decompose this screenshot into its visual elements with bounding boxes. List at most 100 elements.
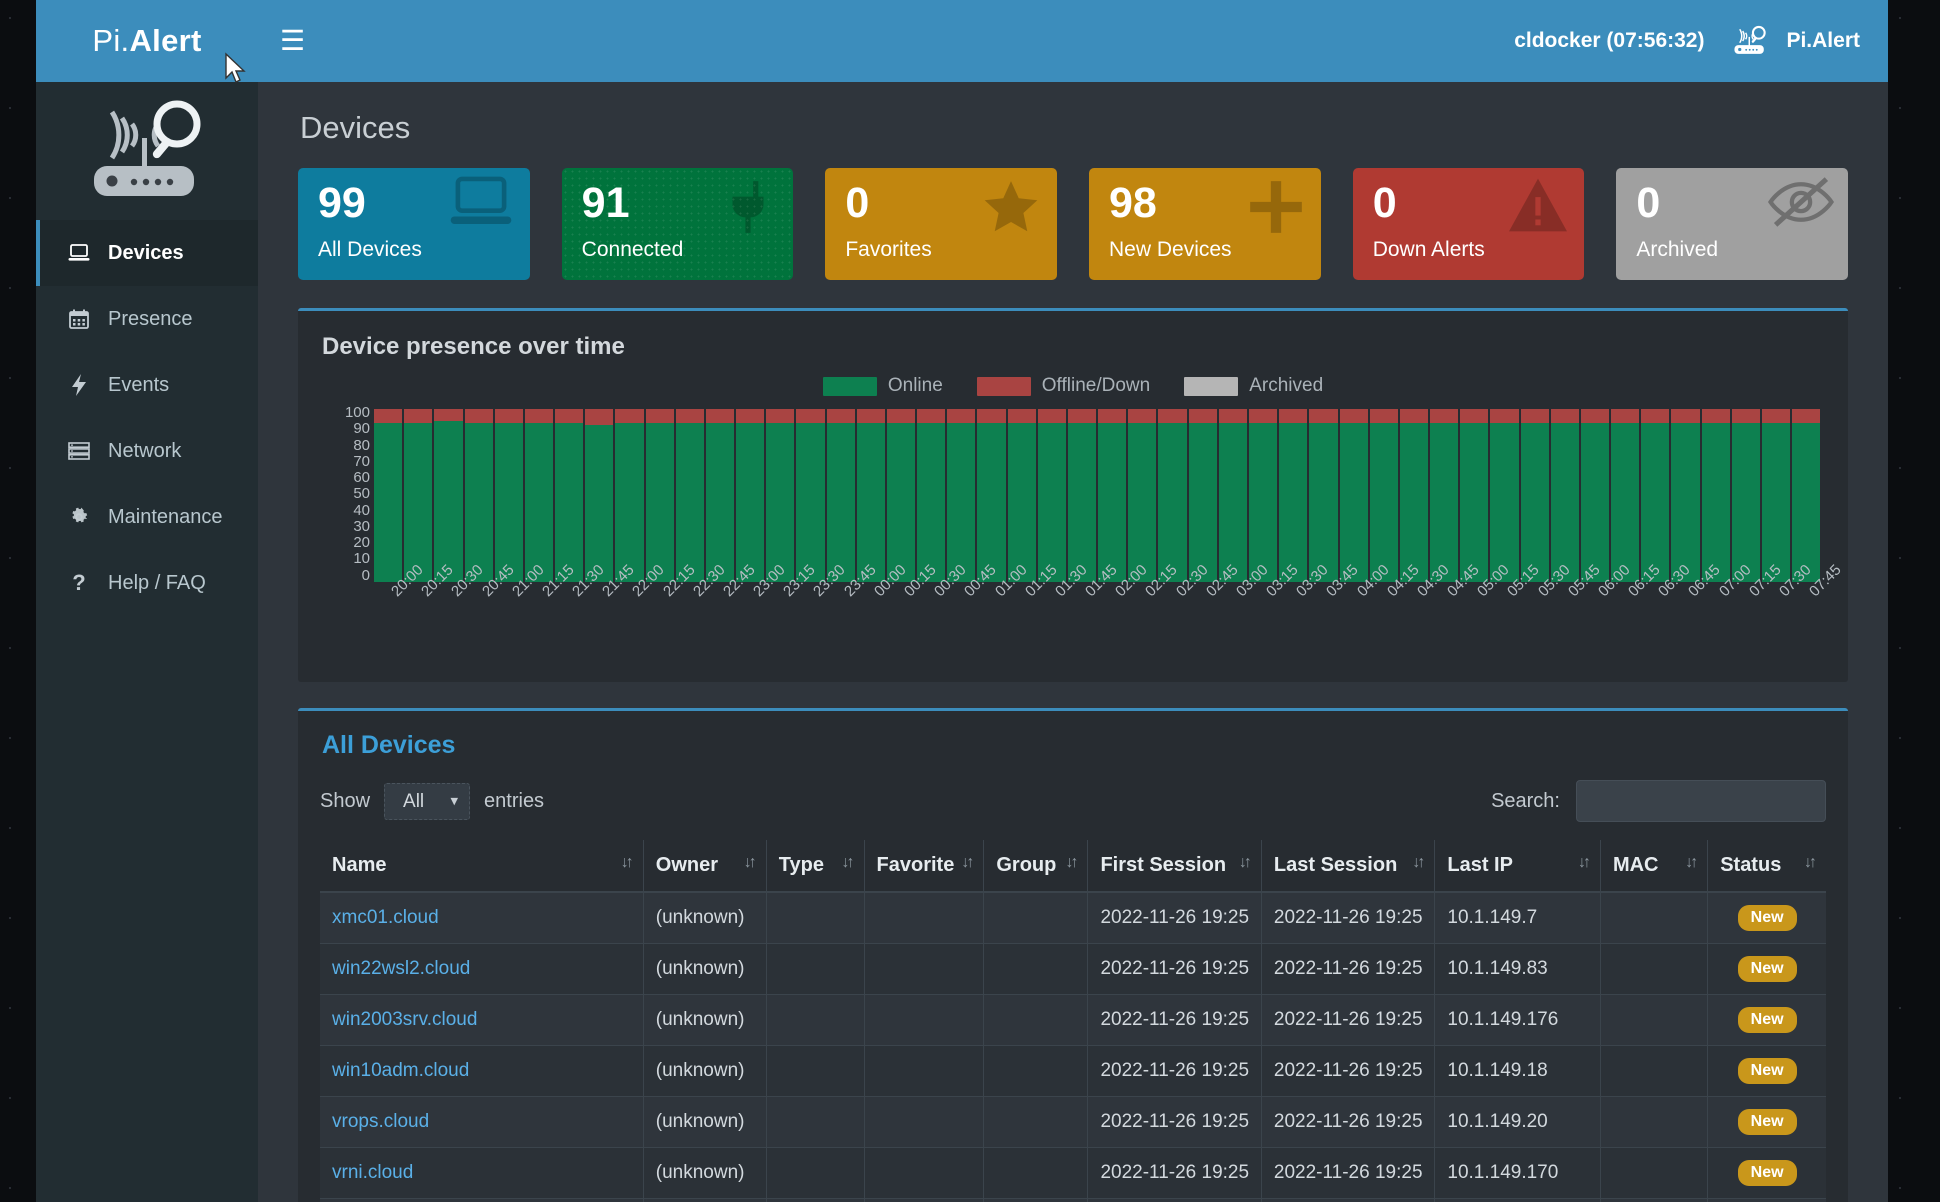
- table-column-header-last-session[interactable]: Last Session↓↑: [1261, 840, 1434, 892]
- chart-bar[interactable]: [1219, 407, 1247, 582]
- laptop-icon: [446, 176, 516, 239]
- chart-bar[interactable]: [736, 407, 764, 582]
- chart-bar[interactable]: [434, 407, 462, 582]
- chart-bar[interactable]: [374, 407, 402, 582]
- sidebar-item-network[interactable]: Network: [36, 418, 258, 484]
- chart-bar[interactable]: [585, 407, 613, 582]
- sidebar-item-help-faq[interactable]: ? Help / FAQ: [36, 550, 258, 616]
- chart-bar[interactable]: [1098, 407, 1126, 582]
- hamburger-icon[interactable]: ☰: [280, 27, 305, 55]
- table-row[interactable]: win22wsl2.cloud(unknown)2022-11-26 19:25…: [320, 944, 1826, 995]
- chart-bar[interactable]: [827, 407, 855, 582]
- chart-bar[interactable]: [555, 407, 583, 582]
- device-name-link[interactable]: win22wsl2.cloud: [332, 958, 470, 979]
- chart-bar-segment: [404, 409, 432, 423]
- device-name-link[interactable]: vrni.cloud: [332, 1162, 413, 1183]
- cell-name[interactable]: vrlcm.cloud: [320, 1199, 643, 1202]
- cell-name[interactable]: win22wsl2.cloud: [320, 944, 643, 995]
- chart-bar[interactable]: [465, 407, 493, 582]
- chart-bar[interactable]: [1189, 407, 1217, 582]
- chart-bar[interactable]: [676, 407, 704, 582]
- device-name-link[interactable]: vrops.cloud: [332, 1111, 429, 1132]
- stat-card-favorites[interactable]: 0 Favorites: [825, 168, 1057, 280]
- table-row[interactable]: vrops.cloud(unknown)2022-11-26 19:252022…: [320, 1097, 1826, 1148]
- stat-card-new-devices[interactable]: 98 New Devices: [1089, 168, 1321, 280]
- table-column-header-first-session[interactable]: First Session↓↑: [1088, 840, 1261, 892]
- chart-bar[interactable]: [1460, 407, 1488, 582]
- chart-bar[interactable]: [404, 407, 432, 582]
- chart-bar[interactable]: [1400, 407, 1428, 582]
- page-size-select[interactable]: 102550100All: [384, 783, 470, 820]
- stat-card-all-devices[interactable]: 99 All Devices: [298, 168, 530, 280]
- chart-bar[interactable]: [706, 407, 734, 582]
- chart-bar[interactable]: [1581, 407, 1609, 582]
- chart-bar[interactable]: [887, 407, 915, 582]
- table-row[interactable]: vrni.cloud(unknown)2022-11-26 19:252022-…: [320, 1148, 1826, 1199]
- chart-bar[interactable]: [1671, 407, 1699, 582]
- stat-label: Archived: [1636, 238, 1828, 262]
- chart-bar[interactable]: [1008, 407, 1036, 582]
- chart-bar[interactable]: [525, 407, 553, 582]
- chart-bar[interactable]: [1370, 407, 1398, 582]
- stat-card-archived[interactable]: 0 Archived: [1616, 168, 1848, 280]
- chart-bar[interactable]: [796, 407, 824, 582]
- chart-bar-segment: [1460, 423, 1488, 582]
- table-row[interactable]: win2003srv.cloud(unknown)2022-11-26 19:2…: [320, 995, 1826, 1046]
- table-column-header-status[interactable]: Status↓↑: [1708, 840, 1826, 892]
- chart-bar[interactable]: [1279, 407, 1307, 582]
- chart-bar[interactable]: [1309, 407, 1337, 582]
- device-name-link[interactable]: win2003srv.cloud: [332, 1009, 477, 1030]
- chart-bar[interactable]: [1611, 407, 1639, 582]
- sidebar-item-maintenance[interactable]: Maintenance: [36, 484, 258, 550]
- chart-bar[interactable]: [615, 407, 643, 582]
- sidebar-item-events[interactable]: Events: [36, 352, 258, 418]
- table-column-header-mac[interactable]: MAC↓↑: [1600, 840, 1707, 892]
- chart-bar[interactable]: [1641, 407, 1669, 582]
- table-column-header-group[interactable]: Group↓↑: [984, 840, 1088, 892]
- table-row[interactable]: xmc01.cloud(unknown)2022-11-26 19:252022…: [320, 892, 1826, 944]
- search-input[interactable]: [1576, 780, 1826, 822]
- cell-name[interactable]: win2003srv.cloud: [320, 995, 643, 1046]
- table-column-header-owner[interactable]: Owner↓↑: [643, 840, 766, 892]
- chart-bar[interactable]: [1038, 407, 1066, 582]
- stat-card-connected[interactable]: 91 Connected: [562, 168, 794, 280]
- cell-last-ip: 10.1.149.7: [1435, 892, 1601, 944]
- chart-bar[interactable]: [766, 407, 794, 582]
- table-row[interactable]: win10adm.cloud(unknown)2022-11-26 19:252…: [320, 1046, 1826, 1097]
- chart-bar[interactable]: [1158, 407, 1186, 582]
- chart-bar[interactable]: [1792, 407, 1820, 582]
- table-column-header-favorite[interactable]: Favorite↓↑: [864, 840, 984, 892]
- chart-bar[interactable]: [1732, 407, 1760, 582]
- table-column-header-name[interactable]: Name↓↑: [320, 840, 643, 892]
- cell-name[interactable]: vrni.cloud: [320, 1148, 643, 1199]
- chart-bar[interactable]: [1762, 407, 1790, 582]
- chart-bar[interactable]: [1702, 407, 1730, 582]
- device-name-link[interactable]: xmc01.cloud: [332, 907, 439, 928]
- chart-bar[interactable]: [917, 407, 945, 582]
- table-column-header-last-ip[interactable]: Last IP↓↑: [1435, 840, 1601, 892]
- chart-bar[interactable]: [1128, 407, 1156, 582]
- chart-bar[interactable]: [977, 407, 1005, 582]
- table-column-header-type[interactable]: Type↓↑: [766, 840, 864, 892]
- chart-bar[interactable]: [947, 407, 975, 582]
- chart-bar[interactable]: [495, 407, 523, 582]
- sidebar-item-presence[interactable]: Presence: [36, 286, 258, 352]
- chart-bar[interactable]: [1490, 407, 1518, 582]
- topbar-brand[interactable]: Pi.Alert: [1728, 25, 1860, 57]
- device-name-link[interactable]: win10adm.cloud: [332, 1060, 469, 1081]
- cell-name[interactable]: xmc01.cloud: [320, 892, 643, 944]
- chart-bar[interactable]: [646, 407, 674, 582]
- chart-bar[interactable]: [1551, 407, 1579, 582]
- sidebar-brand[interactable]: Pi.Alert: [36, 0, 258, 82]
- cell-name[interactable]: win10adm.cloud: [320, 1046, 643, 1097]
- cell-name[interactable]: vrops.cloud: [320, 1097, 643, 1148]
- chart-bar[interactable]: [1068, 407, 1096, 582]
- chart-bar[interactable]: [1430, 407, 1458, 582]
- table-row[interactable]: vrlcm.cloud(unknown)2022-11-26 19:252022…: [320, 1199, 1826, 1202]
- chart-bar[interactable]: [1521, 407, 1549, 582]
- chart-bar[interactable]: [1340, 407, 1368, 582]
- stat-card-down-alerts[interactable]: 0 Down Alerts: [1353, 168, 1585, 280]
- sidebar-item-devices[interactable]: Devices: [36, 220, 258, 286]
- chart-bar[interactable]: [1249, 407, 1277, 582]
- chart-bar[interactable]: [857, 407, 885, 582]
